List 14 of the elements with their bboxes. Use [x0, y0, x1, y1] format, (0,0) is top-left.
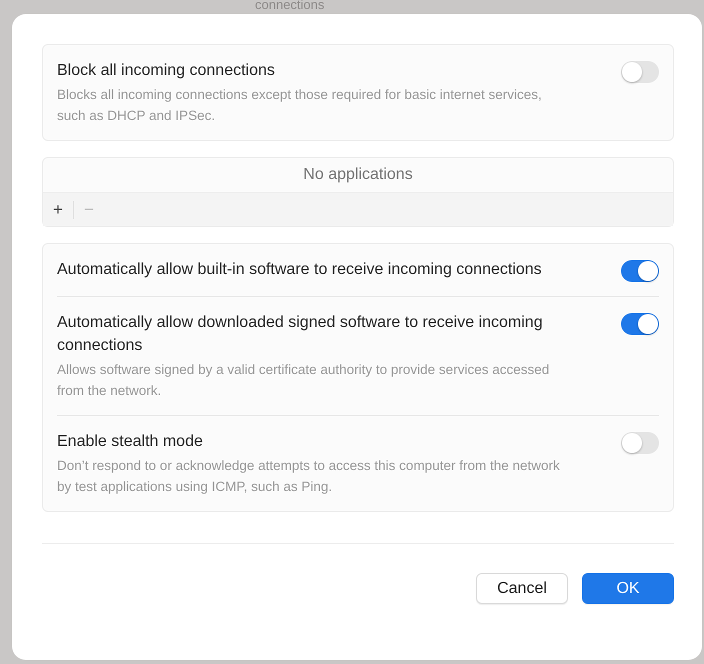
- setting-title: Automatically allow built-in software to receive incoming connections: [57, 260, 542, 280]
- toggle-switch[interactable]: [621, 61, 659, 83]
- setting-description: Don’t respond to or acknowledge attempts to access this computer from the network by test applications using ICMP, such as Ping.: [57, 457, 561, 496]
- setting-description: Blocks all incoming connections except those required for basic internet services, such as DHCP and IPSec.: [57, 86, 543, 125]
- cancel-button[interactable]: Cancel: [476, 573, 568, 604]
- setting-description: Allows software signed by a valid certificate authority to provide services accessed from the network.: [57, 361, 550, 400]
- setting-title: Block all incoming connections: [57, 61, 276, 81]
- setting-title: Automatically allow downloaded signed software to receive incoming connections: [57, 313, 544, 356]
- toggle-switch[interactable]: [621, 313, 659, 335]
- ok-button[interactable]: OK: [582, 573, 674, 604]
- setting-title: Enable stealth mode: [57, 432, 204, 452]
- add-button[interactable]: +: [49, 200, 67, 220]
- toggle-switch[interactable]: [621, 432, 659, 454]
- toggle-switch[interactable]: [621, 260, 659, 282]
